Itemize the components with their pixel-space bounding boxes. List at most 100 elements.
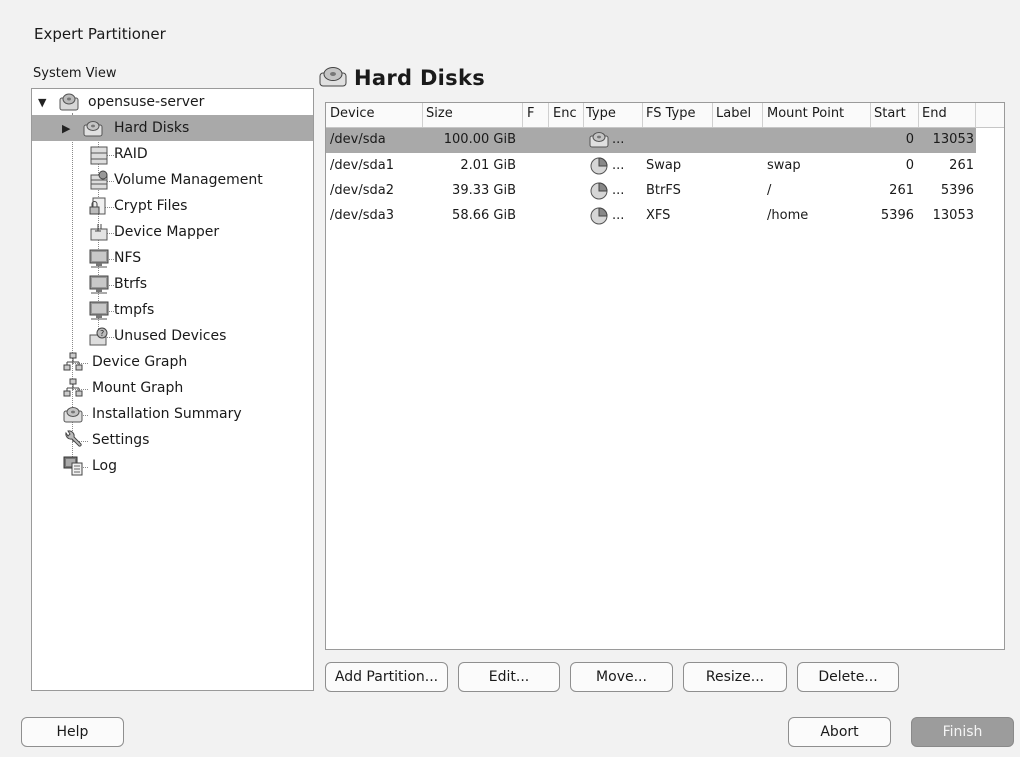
resize-button[interactable]: Resize... — [683, 662, 787, 692]
tree-item-tmpfs[interactable]: tmpfs — [32, 297, 313, 323]
header-scroll-corner — [975, 103, 1004, 127]
cell-start: 0 — [905, 158, 914, 173]
column-header-mount-point[interactable]: Mount Point — [767, 106, 844, 121]
tree-item-installation-summary[interactable]: Installation Summary — [32, 401, 313, 427]
cell-mount-point: /home — [767, 208, 809, 223]
collapse-arrow-icon[interactable]: ▶ — [62, 122, 70, 135]
tree-item-label: Unused Devices — [114, 328, 227, 344]
finish-button[interactable]: Finish — [911, 717, 1014, 747]
cell-device: /dev/sda — [330, 132, 386, 147]
cell-start: 5396 — [880, 208, 914, 223]
svg-text:?: ? — [100, 329, 104, 338]
mount-graph-icon — [62, 378, 84, 398]
column-header-enc[interactable]: Enc — [553, 106, 577, 121]
tree-item-mount-graph[interactable]: Mount Graph — [32, 375, 313, 401]
tree-item-label: RAID — [114, 146, 148, 162]
tree-item-label: Settings — [92, 432, 150, 448]
window-title: Expert Partitioner — [34, 25, 166, 43]
system-view-tree[interactable]: ▼ opensuse-server ▶ Hard Disks RAID Volu… — [31, 88, 314, 691]
cell-start: 261 — [889, 183, 914, 198]
hard-disk-icon — [318, 64, 348, 92]
cell-size: 39.33 GiB — [452, 183, 516, 198]
partition-icon — [588, 181, 610, 201]
column-header-size[interactable]: Size — [426, 106, 453, 121]
tree-item-label: Crypt Files — [114, 198, 188, 214]
column-header-f[interactable]: F — [527, 106, 534, 121]
cell-mount-point: / — [767, 183, 772, 198]
tree-item-label: Installation Summary — [92, 406, 242, 422]
settings-icon — [62, 430, 84, 450]
tree-item-label: Device Mapper — [114, 224, 220, 240]
expand-arrow-icon[interactable]: ▼ — [38, 96, 46, 109]
column-header-start[interactable]: Start — [874, 106, 906, 121]
column-header-fs-type[interactable]: FS Type — [646, 106, 696, 121]
tree-item-btrfs[interactable]: Btrfs — [32, 271, 313, 297]
cell-end: 5396 — [940, 183, 974, 198]
cell-fs-type: BtrFS — [646, 183, 681, 198]
cell-type: ... — [612, 183, 625, 198]
tree-item-nfs[interactable]: NFS — [32, 245, 313, 271]
help-button[interactable]: Help — [21, 717, 124, 747]
cell-mount-point: swap — [767, 158, 801, 173]
system-view-label: System View — [33, 66, 117, 81]
delete-button[interactable]: Delete... — [797, 662, 899, 692]
installation-summary-icon — [62, 404, 84, 424]
cell-size: 2.01 GiB — [460, 158, 516, 173]
cell-size: 58.66 GiB — [452, 208, 516, 223]
cell-end: 13053 — [932, 208, 974, 223]
cell-fs-type: Swap — [646, 158, 682, 173]
cell-device: /dev/sda3 — [330, 208, 394, 223]
cell-size: 100.00 GiB — [443, 132, 516, 147]
tree-item-label: Log — [92, 458, 118, 474]
table-row[interactable]: /dev/sda2 39.33 GiB ... BtrFS / 261 5396 — [326, 179, 976, 204]
tree-item-unused-devices[interactable]: ? Unused Devices — [32, 323, 313, 349]
raid-icon — [88, 145, 110, 165]
edit-button[interactable]: Edit... — [458, 662, 560, 692]
table-row[interactable]: /dev/sda3 58.66 GiB ... XFS /home 5396 1… — [326, 204, 976, 229]
pane-title-text: Hard Disks — [354, 66, 486, 90]
cell-type: ... — [612, 132, 625, 147]
crypt-files-icon — [88, 196, 110, 216]
cell-type: ... — [612, 208, 625, 223]
nfs-icon — [88, 248, 110, 268]
table-header: Device Size F Enc Type FS Type Label Mou… — [326, 103, 1004, 128]
tree-item-label: Volume Management — [114, 172, 263, 188]
column-header-end[interactable]: End — [922, 106, 947, 121]
tree-item-volume-management[interactable]: Volume Management — [32, 167, 313, 193]
cell-device: /dev/sda1 — [330, 158, 394, 173]
column-header-label[interactable]: Label — [716, 106, 751, 121]
device-mapper-icon — [88, 222, 110, 242]
tree-item-label: Mount Graph — [92, 380, 184, 396]
server-disk-icon — [58, 92, 80, 112]
tree-item-raid[interactable]: RAID — [32, 141, 313, 167]
tree-item-device-mapper[interactable]: Device Mapper — [32, 219, 313, 245]
tree-item-crypt-files[interactable]: Crypt Files — [32, 193, 313, 219]
table-row[interactable]: /dev/sda 100.00 GiB ... 0 13053 — [326, 128, 976, 153]
unused-devices-icon: ? — [88, 326, 110, 346]
column-header-device[interactable]: Device — [330, 106, 374, 121]
partitions-table[interactable]: Device Size F Enc Type FS Type Label Mou… — [325, 102, 1005, 650]
tree-item-settings[interactable]: Settings — [32, 427, 313, 453]
cell-type: ... — [612, 158, 625, 173]
hard-disk-icon — [82, 118, 104, 138]
tree-item-log[interactable]: Log — [32, 453, 313, 479]
tree-item-label: Hard Disks — [114, 120, 190, 136]
partition-icon — [588, 156, 610, 176]
add-partition-button[interactable]: Add Partition... — [325, 662, 448, 692]
tree-item-label: opensuse-server — [88, 94, 205, 110]
abort-button[interactable]: Abort — [788, 717, 891, 747]
cell-end: 13053 — [932, 132, 974, 147]
tree-item-opensuse-server[interactable]: ▼ opensuse-server — [32, 89, 313, 115]
cell-start: 0 — [905, 132, 914, 147]
column-header-type[interactable]: Type — [586, 106, 616, 121]
tree-item-label: Btrfs — [114, 276, 148, 292]
tree-item-label: NFS — [114, 250, 142, 266]
hard-disk-icon — [588, 129, 610, 149]
table-row[interactable]: /dev/sda1 2.01 GiB ... Swap swap 0 261 — [326, 154, 976, 179]
tree-item-label: tmpfs — [114, 302, 155, 318]
move-button[interactable]: Move... — [570, 662, 673, 692]
tree-item-device-graph[interactable]: Device Graph — [32, 349, 313, 375]
tree-item-hard-disks[interactable]: ▶ Hard Disks — [32, 115, 313, 141]
tmpfs-icon — [88, 300, 110, 320]
btrfs-icon — [88, 274, 110, 294]
